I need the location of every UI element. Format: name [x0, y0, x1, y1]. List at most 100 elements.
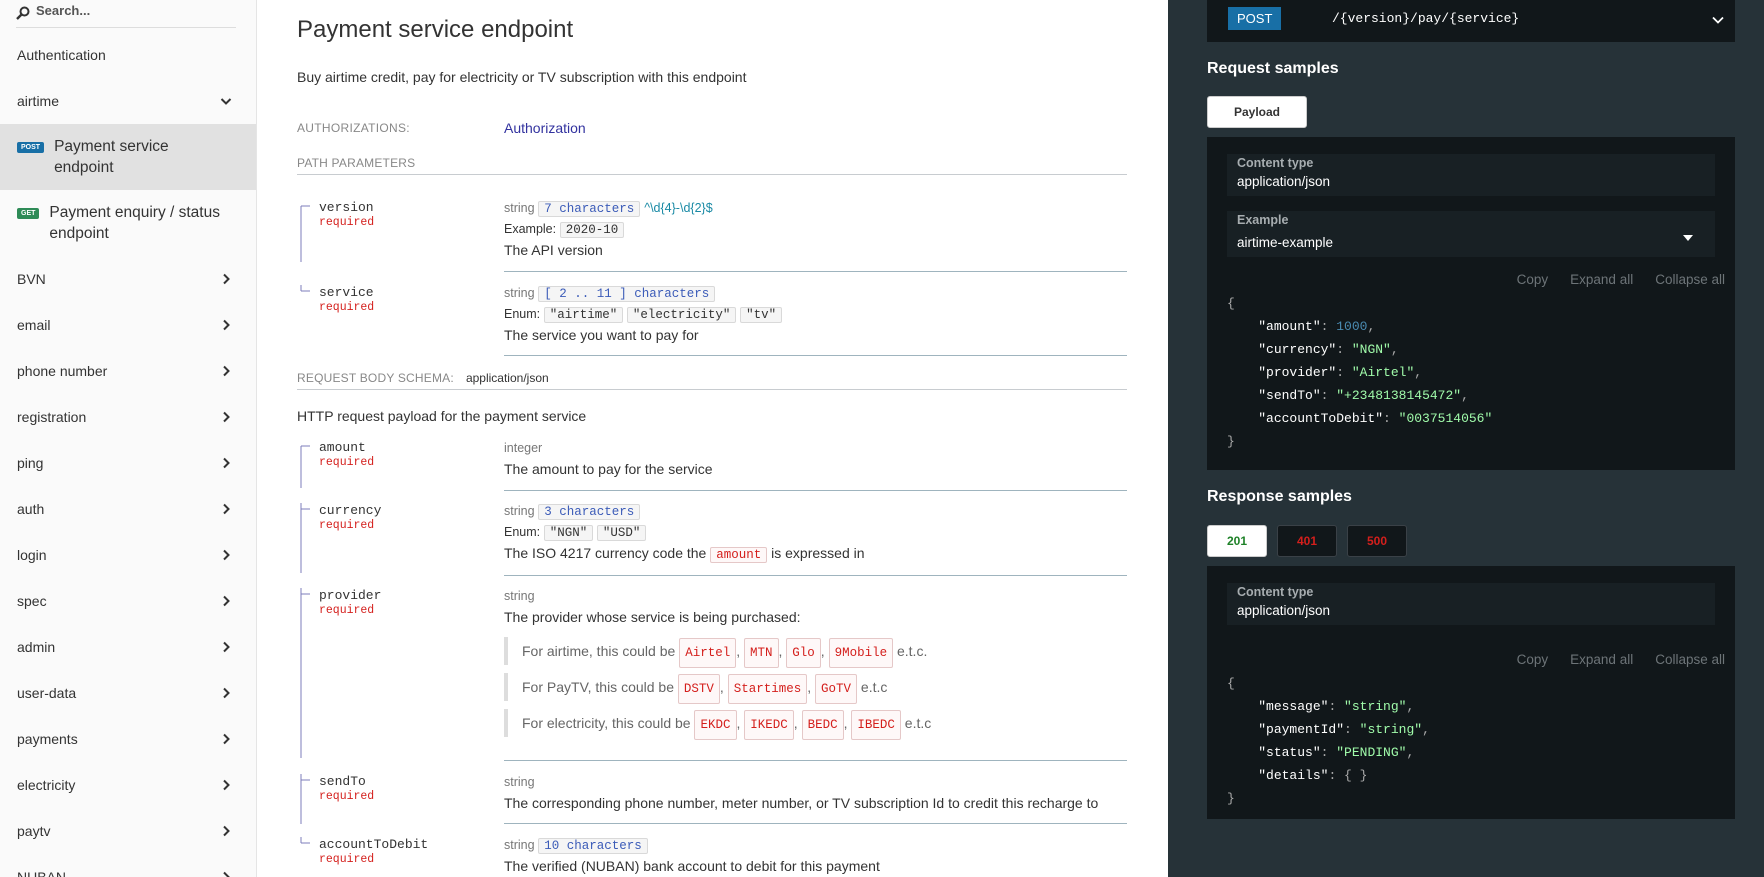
enum-chip: "electricity" — [626, 307, 737, 323]
param-type: string — [504, 775, 535, 789]
param-detail: string [ 2 .. 11 ] characters Enum: "air… — [504, 285, 1127, 343]
post-badge: POST — [17, 142, 45, 153]
json-brace: } — [1227, 791, 1235, 806]
expand-all-button[interactable]: Expand all — [1570, 652, 1633, 667]
path-params-heading: PATH PARAMETERS — [297, 156, 1127, 175]
search-input[interactable] — [36, 3, 226, 18]
chevron-right-icon — [223, 319, 230, 331]
param-type: integer — [504, 441, 543, 455]
json-key: "message" — [1258, 699, 1329, 714]
desc-text: e.t.c. — [896, 643, 928, 659]
enum-chip: "NGN" — [543, 525, 594, 541]
enum-label: Enum: — [504, 307, 541, 321]
example-select[interactable]: Example airtime-example — [1227, 211, 1715, 257]
sidebar-op-payment-service[interactable]: POST Payment service endpoint — [0, 124, 256, 190]
sidebar-item-paytv[interactable]: paytv — [0, 808, 256, 854]
request-samples-title: Request samples — [1207, 60, 1339, 77]
param-description: The corresponding phone number, meter nu… — [504, 795, 1099, 811]
code-chip: 9Mobile — [828, 638, 894, 668]
endpoint-path: /{version}/pay/{service} — [1332, 11, 1520, 26]
param-sendto: sendTo required string The corresponding… — [297, 774, 1127, 824]
json-brace: } — [1227, 434, 1235, 449]
param-description: The amount to pay for the service — [504, 461, 713, 477]
tree-connector — [300, 285, 310, 292]
constraint-chip: 3 characters — [538, 504, 641, 520]
constraint-chip: 10 characters — [538, 838, 648, 854]
required-label: required — [319, 790, 375, 803]
param-detail: string The provider whose service is bei… — [504, 588, 1127, 745]
param-provider: provider required string The provider wh… — [297, 588, 1127, 758]
sidebar-item-authentication[interactable]: Authentication — [0, 32, 256, 78]
sidebar-item-label: login — [17, 547, 47, 563]
sidebar-item-airtime[interactable]: airtime — [0, 78, 256, 124]
chevron-right-icon — [223, 411, 230, 423]
collapse-all-button[interactable]: Collapse all — [1655, 652, 1725, 667]
collapse-all-button[interactable]: Collapse all — [1655, 272, 1725, 287]
sidebar-item-nuban[interactable]: NUBAN — [0, 854, 256, 877]
sidebar-item-spec[interactable]: spec — [0, 578, 256, 624]
tab-payload[interactable]: Payload — [1207, 96, 1307, 128]
authorization-link[interactable]: Authorization — [504, 120, 586, 136]
json-brace: { — [1227, 296, 1235, 311]
code-chip: Glo — [786, 638, 821, 668]
endpoint-bar[interactable]: POST /{version}/pay/{service} — [1207, 0, 1735, 42]
param-name: sendTo — [319, 774, 366, 789]
sidebar-item-registration[interactable]: registration — [0, 394, 256, 440]
chevron-right-icon — [223, 733, 230, 745]
required-label: required — [319, 301, 375, 314]
sidebar-op-label: Payment enquiry / status endpoint — [49, 204, 220, 242]
param-description: The ISO 4217 currency code the amount is… — [504, 545, 1127, 563]
sidebar-item-bvn[interactable]: BVN — [0, 256, 256, 302]
sidebar-item-ping[interactable]: ping — [0, 440, 256, 486]
sidebar-item-auth[interactable]: auth — [0, 486, 256, 532]
sidebar-item-label: airtime — [17, 93, 60, 109]
sidebar-item-electricity[interactable]: electricity — [0, 762, 256, 808]
sidebar-item-admin[interactable]: admin — [0, 624, 256, 670]
response-json: { "message": "string", "paymentId": "str… — [1227, 676, 1430, 806]
code-chip: IBEDC — [851, 710, 901, 740]
copy-button[interactable]: Copy — [1517, 652, 1549, 667]
required-label: required — [319, 853, 375, 866]
json-value: "0037514056" — [1398, 411, 1493, 426]
enum-label: Enum: — [504, 525, 541, 539]
operation-content: Payment service endpoint Buy airtime cre… — [257, 0, 1168, 877]
param-description: The API version — [504, 242, 603, 258]
response-samples-title: Response samples — [1207, 488, 1352, 505]
tab-401[interactable]: 401 — [1277, 525, 1337, 557]
tab-201[interactable]: 201 — [1207, 525, 1267, 557]
tab-label: 201 — [1226, 534, 1248, 548]
sidebar-item-label: ping — [17, 455, 44, 471]
sidebar-item-email[interactable]: email — [0, 302, 256, 348]
json-comma: , — [1422, 722, 1430, 737]
json-key: "details" — [1258, 768, 1329, 783]
json-value: "NGN" — [1351, 342, 1391, 357]
json-comma: , — [1461, 388, 1469, 403]
example-chip: 2020-10 — [559, 222, 625, 238]
copy-button[interactable]: Copy — [1517, 272, 1549, 287]
samples-panel: POST /{version}/pay/{service} Request sa… — [1168, 0, 1764, 877]
expand-all-button[interactable]: Expand all — [1570, 272, 1633, 287]
content-type-field: Content type application/json — [1227, 154, 1715, 196]
json-key: "paymentId" — [1258, 722, 1345, 737]
sidebar-op-label: Payment service endpoint — [54, 138, 169, 176]
sidebar-item-login[interactable]: login — [0, 532, 256, 578]
provider-electricity-note: For electricity, this could be EKDC, IKE… — [504, 709, 1127, 740]
sidebar-item-label: electricity — [17, 777, 76, 793]
sidebar-item-phone-number[interactable]: phone number — [0, 348, 256, 394]
provider-airtime-note: For airtime, this could be Airtel, MTN, … — [504, 637, 1127, 668]
param-version: version required string 7 characters ^\d{… — [297, 200, 1127, 262]
content-type-value: application/json — [1237, 174, 1331, 189]
chevron-down-icon — [220, 98, 232, 105]
required-label: required — [319, 216, 375, 229]
sidebar: Authentication airtime POST Payment serv… — [0, 0, 257, 877]
json-key: "status" — [1258, 745, 1321, 760]
chevron-right-icon — [223, 595, 230, 607]
json-comma: , — [1406, 745, 1415, 760]
pattern-label: ^\d{4}-\d{2}$ — [644, 201, 713, 215]
tab-500[interactable]: 500 — [1347, 525, 1407, 557]
param-type: string — [504, 504, 535, 518]
sidebar-item-user-data[interactable]: user-data — [0, 670, 256, 716]
sidebar-item-payments[interactable]: payments — [0, 716, 256, 762]
sidebar-op-payment-enquiry[interactable]: GET Payment enquiry / status endpoint — [0, 190, 256, 256]
sidebar-item-label: user-data — [17, 685, 77, 701]
